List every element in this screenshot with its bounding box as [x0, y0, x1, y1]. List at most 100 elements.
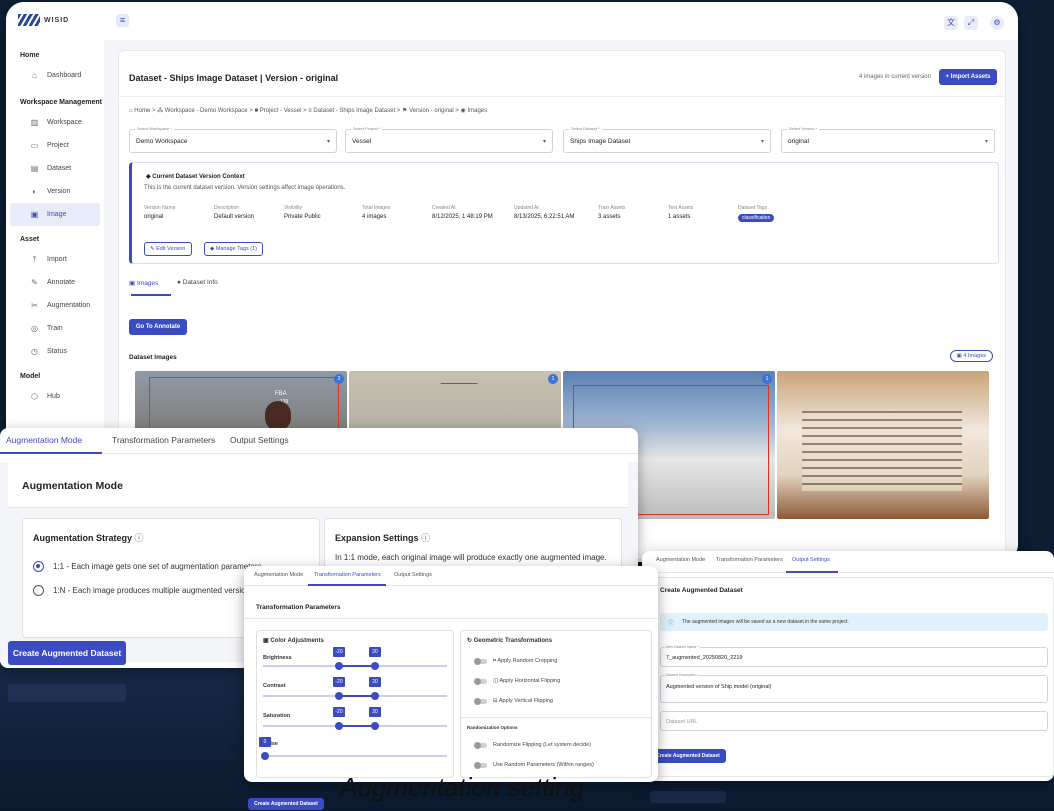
sidebar-item-augmentation[interactable]: ✂ Augmentation — [6, 294, 104, 317]
translate-icon[interactable]: 文 — [944, 16, 958, 30]
random-cropping-toggle[interactable] — [474, 658, 487, 665]
random-parameters-label: Use Random Parameters (Within ranges) — [493, 762, 594, 768]
random-cropping-label: ⌗ Apply Random Cropping — [493, 658, 558, 664]
dataset-description-field[interactable]: Dataset Description Augmented version of … — [660, 673, 1048, 703]
logo-mark-icon — [18, 14, 40, 26]
output-tabs: Augmentation Mode Transformation Paramet… — [642, 551, 1054, 573]
sidebar-item-train[interactable]: ◎ Train — [6, 317, 104, 340]
tab-output-settings[interactable]: Output Settings — [394, 572, 432, 578]
sidebar-item-hub[interactable]: ⬡ Hub — [6, 385, 104, 408]
tab-output-settings[interactable]: Output Settings — [230, 435, 289, 445]
sidebar-item-annotate[interactable]: ✎ Annotate — [6, 271, 104, 294]
image-count: 4 images in current version — [858, 74, 931, 80]
randomize-flipping-toggle[interactable] — [474, 742, 487, 749]
tab-augmentation-mode[interactable]: Augmentation Mode — [254, 572, 303, 578]
tab-augmentation-mode[interactable]: Augmentation Mode — [6, 435, 82, 445]
tag-badge[interactable]: classification — [738, 214, 775, 222]
dataset-images-heading: Dataset Images — [129, 354, 177, 361]
chevron-down-icon: ▾ — [984, 139, 988, 145]
dataset-select[interactable]: Select Dataset * Ships Image Dataset ▾ — [563, 126, 771, 153]
sidebar-section-home: Home — [20, 52, 40, 59]
edit-version-button[interactable]: ✎ Edit Version — [144, 242, 192, 256]
meta-dataset-tags: Dataset Tags classification — [738, 205, 775, 222]
menu-icon[interactable]: ≡ — [116, 14, 129, 27]
image-icon: ▣ — [129, 280, 136, 287]
radio-1toN[interactable] — [33, 585, 44, 596]
color-adjustments-heading: ▣ Color Adjustments — [263, 638, 324, 644]
version-icon: ◐ — [32, 187, 37, 196]
train-icon: ◎ — [31, 324, 38, 333]
import-assets-button[interactable]: + Import Assets — [939, 69, 997, 85]
settings-icon[interactable]: ⚙ — [990, 16, 1004, 30]
home-icon: ⌂ — [32, 71, 37, 80]
sidebar-section-asset: Asset — [20, 236, 40, 243]
sidebar-item-version[interactable]: ◐ Version — [6, 180, 104, 203]
create-augmented-dataset-button[interactable]: Create Augmented Dataset — [8, 641, 126, 665]
sidebar-item-project[interactable]: ▭ Project — [6, 134, 104, 157]
chevron-down-icon: ▾ — [542, 139, 546, 145]
dataset-name-field[interactable]: New Dataset Name * 7_augmented_20250820_2… — [660, 645, 1048, 667]
contrast-label: Contrast — [263, 683, 286, 689]
vertical-flipping-label: ⊟ Apply Vertical Flipping — [493, 698, 553, 704]
tab-transformation-parameters[interactable]: Transformation Parameters — [716, 557, 783, 563]
horizontal-flipping-toggle[interactable] — [474, 678, 487, 685]
tab-indicator — [786, 571, 838, 573]
transformation-heading: Transformation Parameters — [256, 604, 341, 611]
horizontal-flipping-label: ◫ Apply Horizontal Flipping — [493, 678, 561, 684]
chevron-down-icon: ▾ — [760, 139, 764, 145]
expansion-heading: Expansion Settings ⓘ — [335, 533, 431, 543]
radio-1to1[interactable] — [33, 561, 44, 572]
version-select[interactable]: Select Version * original ▾ — [781, 126, 995, 153]
create-augmented-dataset-button[interactable]: Create Augmented Dataset — [650, 749, 726, 763]
noise-slider[interactable]: 0 — [259, 737, 447, 760]
sidebar-item-dataset[interactable]: ▤ Dataset — [6, 157, 104, 180]
section-heading: Augmentation Mode — [22, 480, 123, 492]
sidebar-item-import[interactable]: ⤒ Import — [6, 248, 104, 271]
tab-output-settings[interactable]: Output Settings — [792, 557, 830, 563]
info-icon: ● — [177, 279, 181, 286]
sidebar-item-dashboard[interactable]: ⌂ Dashboard — [6, 64, 104, 87]
contrast-slider[interactable]: -20 20 — [263, 677, 447, 700]
caption: Augmentation setting — [340, 772, 585, 802]
upload-icon: ⤒ — [32, 255, 37, 264]
hub-icon: ⬡ — [31, 392, 38, 401]
project-select[interactable]: Select Project * Vessel ▾ — [345, 126, 553, 153]
meta-updated-at: Updated At 8/13/2025, 6:22:51 AM — [514, 205, 575, 220]
sidebar-item-status[interactable]: ◷ Status — [6, 340, 104, 363]
go-to-annotate-button[interactable]: Go To Annotate — [129, 319, 187, 335]
chevron-down-icon: ▾ — [326, 139, 330, 145]
sidebar-item-workspace[interactable]: ▥ Workspace — [6, 111, 104, 134]
sidebar-item-image[interactable]: ▣ Image — [10, 203, 100, 226]
dataset-url-field[interactable]: Dataset URL — [660, 711, 1048, 731]
manage-tags-button[interactable]: ◆ Manage Tags (1) — [204, 242, 263, 256]
tab-transformation-parameters[interactable]: Transformation Parameters — [314, 572, 381, 578]
version-context-box: ◆ Current Dataset Version Context This i… — [129, 162, 999, 264]
top-bar: WISID ≡ 文 ⤢ ⚙ — [6, 2, 1018, 40]
tab-transformation-parameters[interactable]: Transformation Parameters — [112, 435, 215, 445]
sidebar-section-model: Model — [20, 373, 41, 380]
tab-images[interactable]: ▣ Images — [129, 279, 158, 287]
meta-visibility[interactable]: Visibility Private Public — [284, 205, 321, 220]
create-augmented-dataset-button[interactable]: Create Augmented Dataset — [248, 798, 324, 810]
rotate-icon: ↻ — [467, 638, 473, 644]
annotation-count-badge: 1 — [548, 374, 558, 384]
workspace-select[interactable]: Select Workspace * Demo Workspace ▾ — [129, 126, 337, 153]
option-1to1-label: 1:1 - Each image gets one set of augment… — [53, 562, 262, 571]
vertical-flipping-toggle[interactable] — [474, 698, 487, 705]
fullscreen-icon[interactable]: ⤢ — [964, 16, 978, 30]
breadcrumb[interactable]: ⌂ Home > ⁂ Workspace - Demo Workspace > … — [129, 107, 487, 114]
image-thumbnail[interactable] — [777, 371, 989, 519]
meta-total-images: Total Images 4 images — [362, 205, 391, 220]
app-logo: WISID — [18, 14, 69, 26]
output-settings-panel: Augmentation Mode Transformation Paramet… — [642, 551, 1054, 781]
tab-augmentation-mode[interactable]: Augmentation Mode — [656, 557, 705, 563]
random-parameters-toggle[interactable] — [474, 762, 487, 769]
saturation-slider[interactable]: -20 20 — [263, 707, 447, 730]
info-icon: ⓘ — [668, 621, 675, 627]
brightness-slider[interactable]: -20 20 — [263, 647, 447, 670]
randomize-flipping-label: Randomize Flipping (Let system decide) — [493, 742, 592, 748]
database-icon: ▤ — [30, 164, 39, 173]
tab-dataset-info[interactable]: ● Dataset Info — [177, 279, 218, 286]
images-count-badge[interactable]: ▣ 4 Images — [949, 350, 993, 362]
saturation-label: Saturation — [263, 713, 291, 719]
